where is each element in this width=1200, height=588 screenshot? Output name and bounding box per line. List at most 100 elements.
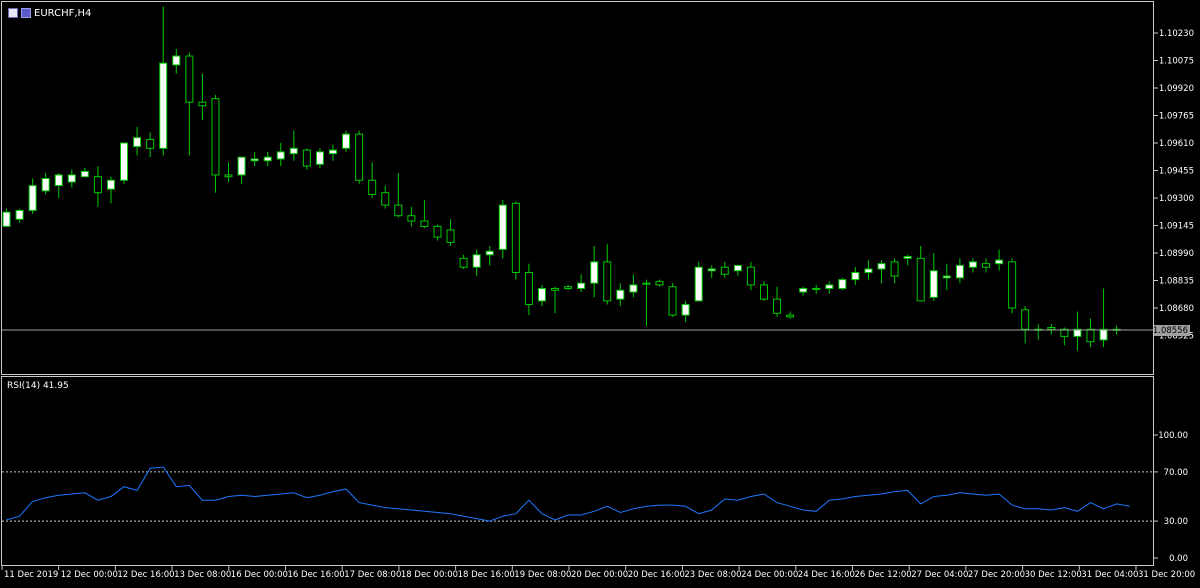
candle-body xyxy=(616,289,625,300)
time-axis-label: 16 Dec 16:00 xyxy=(288,570,345,580)
chart-canvas[interactable]: 1.10230 1.10075 1.09920 1.09765 1.09610 1.094… xyxy=(0,0,1200,584)
candle-body xyxy=(838,279,847,289)
candle-body xyxy=(903,256,912,259)
candle[interactable] xyxy=(302,148,311,170)
candle-body xyxy=(485,250,494,256)
price-axis-label: 1.09765 xyxy=(1159,112,1194,122)
candle-body xyxy=(80,170,89,178)
rsi-axis-label: 0.00 xyxy=(1169,554,1188,564)
candle-body xyxy=(694,266,703,302)
price-axis-label: 1.09145 xyxy=(1159,222,1194,232)
candle-body xyxy=(433,225,442,238)
candle-body xyxy=(1008,261,1017,309)
candle-body xyxy=(603,261,612,302)
time-axis-label: 27 Dec 04:00 xyxy=(911,570,968,580)
candle[interactable] xyxy=(1008,258,1017,314)
time-axis-label: 19 Dec 08:00 xyxy=(514,570,571,580)
candle-body xyxy=(368,179,377,195)
candle-body xyxy=(1086,328,1095,343)
candle-body xyxy=(276,151,285,160)
candle[interactable] xyxy=(838,277,847,291)
time-axis-label: 27 Dec 20:00 xyxy=(968,570,1025,580)
candle-body xyxy=(668,286,677,316)
candle[interactable] xyxy=(498,199,507,259)
symbol-title-bar: EURCHF,H4 xyxy=(8,6,91,20)
candle-body xyxy=(864,268,873,274)
time-axis-label: 12 Dec 16:00 xyxy=(117,570,174,580)
chart-window[interactable]: 1.10230 1.10075 1.09920 1.09765 1.09610 1.094… xyxy=(0,0,1200,584)
candle-body xyxy=(67,174,76,183)
rsi-pane-frame xyxy=(1,376,1154,566)
candle-body xyxy=(472,254,481,268)
candle-body xyxy=(812,287,821,290)
candle-body xyxy=(289,147,298,155)
candle-body xyxy=(498,204,507,250)
candle-body xyxy=(537,287,546,302)
candle-body xyxy=(407,215,416,222)
candle-body xyxy=(629,284,638,293)
candle-body xyxy=(120,142,129,181)
candle[interactable] xyxy=(342,130,351,152)
rsi-axis: 100.00 70.00 30.00 0.00 xyxy=(1154,431,1188,564)
candle-body xyxy=(237,156,246,176)
candle[interactable] xyxy=(694,261,703,302)
candle-body xyxy=(2,211,11,227)
time-axis-label: 11 Dec 2019 xyxy=(4,570,58,580)
candle-body xyxy=(198,101,207,107)
time-axis-label: 18 Dec 16:00 xyxy=(458,570,515,580)
time-axis-label: 18 Dec 00:00 xyxy=(401,570,458,580)
candle-body xyxy=(159,62,168,149)
time-axis-label: 13 Dec 08:00 xyxy=(174,570,231,580)
candle-body xyxy=(577,282,586,289)
candle[interactable] xyxy=(355,130,364,184)
candle-body xyxy=(642,282,651,285)
candle-body xyxy=(15,209,24,220)
symbol-title: EURCHF,H4 xyxy=(34,7,92,19)
candle-body xyxy=(250,158,259,162)
current-price-label: 1.08556 xyxy=(1153,326,1188,336)
candle-body xyxy=(590,261,599,284)
candle-body xyxy=(968,261,977,268)
time-axis-label: 17 Dec 08:00 xyxy=(344,570,401,580)
candle-body xyxy=(851,272,860,281)
candle[interactable] xyxy=(120,142,129,184)
time-axis-label: 31 Dec 20:00 xyxy=(1138,570,1195,580)
time-axis-label: 31 Dec 04:00 xyxy=(1081,570,1138,580)
candle-body xyxy=(342,133,351,149)
time-axis-label: 20 Dec 16:00 xyxy=(628,570,685,580)
candle-body xyxy=(655,280,664,286)
time-axis-label: 30 Dec 12:00 xyxy=(1025,570,1082,580)
candle-body xyxy=(746,266,755,286)
candle-body xyxy=(1047,327,1056,330)
candle-body xyxy=(681,303,690,316)
candle-body xyxy=(1099,328,1108,341)
price-axis-label: 1.10075 xyxy=(1159,57,1194,67)
candle-body xyxy=(263,156,272,162)
time-axis-label: 12 Dec 00:00 xyxy=(61,570,118,580)
candle[interactable] xyxy=(668,283,677,317)
price-axis-label: 1.09300 xyxy=(1159,194,1194,204)
rsi-axis-label: 30.00 xyxy=(1164,517,1188,527)
candle-body xyxy=(982,263,990,268)
candle-body xyxy=(420,220,429,227)
candle-body xyxy=(224,174,233,178)
price-axis-label: 1.09920 xyxy=(1159,84,1194,94)
candle-body xyxy=(825,284,834,289)
price-axis-label: 1.09455 xyxy=(1159,167,1194,177)
candle-body xyxy=(551,287,560,291)
candle-body xyxy=(511,202,520,274)
candle-body xyxy=(995,259,1004,265)
candle-body xyxy=(172,55,181,66)
candle-body xyxy=(41,177,50,192)
price-axis: 1.10230 1.10075 1.09920 1.09765 1.09610 1.094… xyxy=(1154,29,1194,342)
candle[interactable] xyxy=(511,201,520,280)
window-icon xyxy=(8,8,18,18)
chart-icon xyxy=(21,8,31,18)
time-axis-label: 23 Dec 08:00 xyxy=(684,570,741,580)
candle-body xyxy=(146,138,155,149)
candle-body xyxy=(459,257,468,268)
price-axis-label: 1.08835 xyxy=(1159,277,1194,287)
price-axis-label: 1.08990 xyxy=(1159,249,1194,259)
candle-body xyxy=(759,284,768,300)
candle-body xyxy=(942,275,951,279)
